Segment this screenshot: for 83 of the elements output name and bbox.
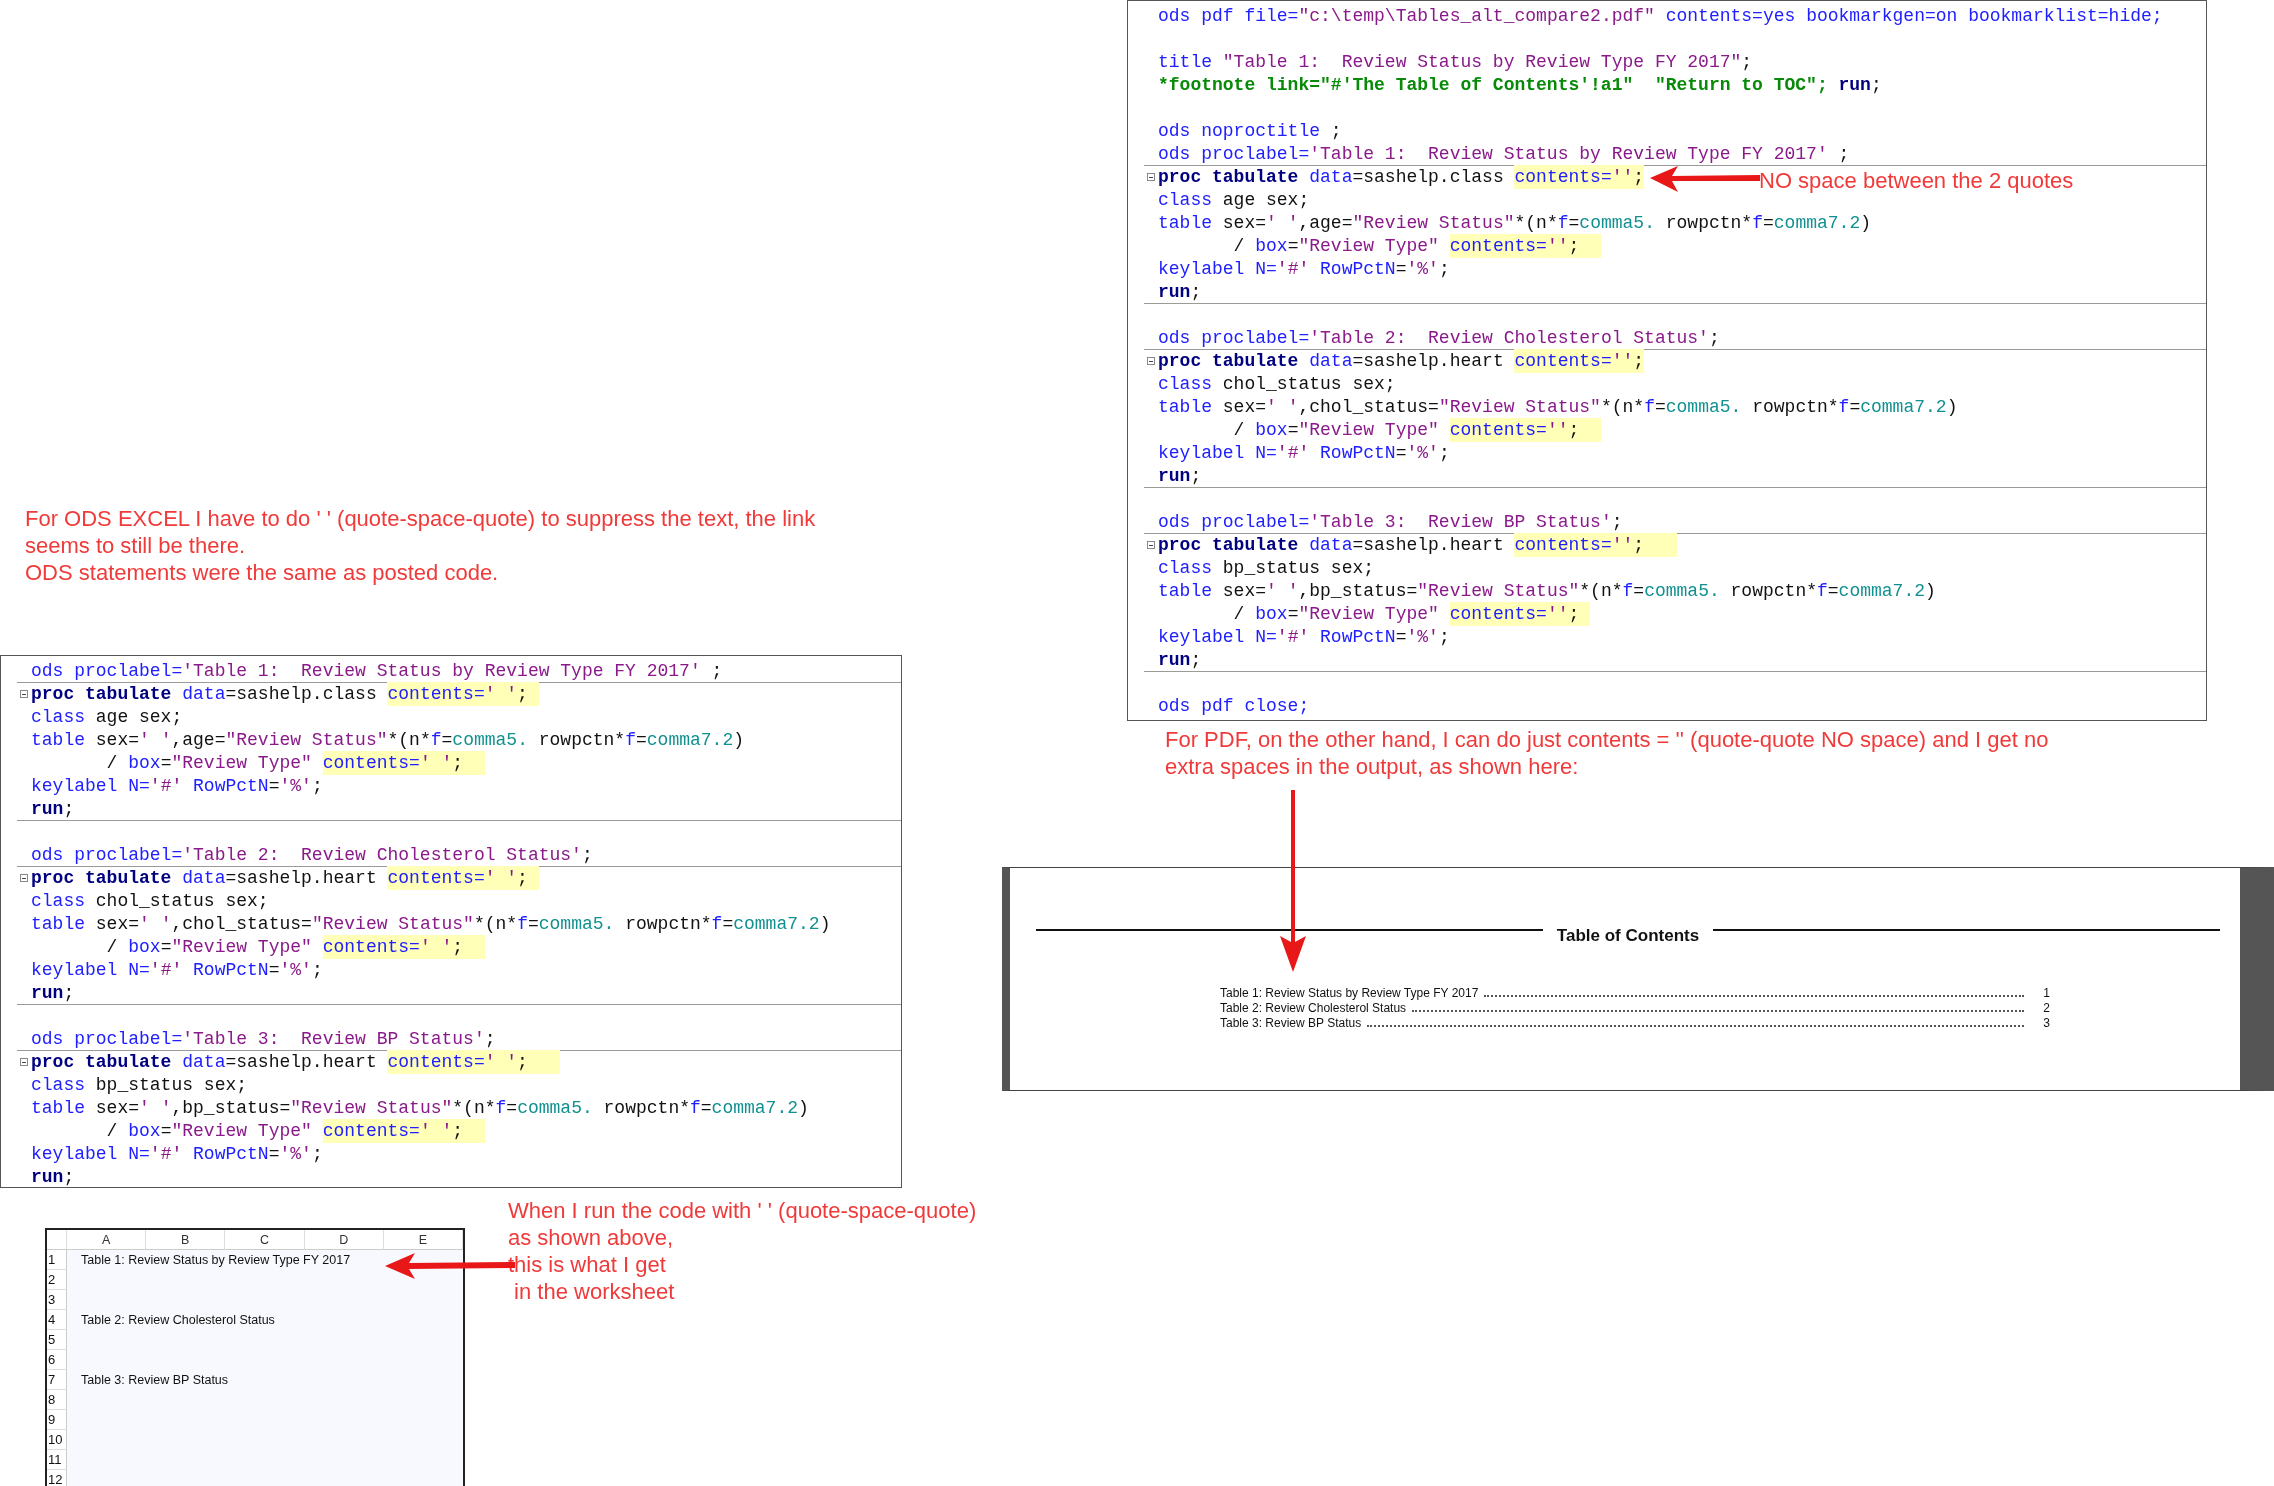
row-header[interactable]: 5 [47,1330,67,1350]
row-header[interactable]: 4 [47,1310,67,1330]
code-line: ods proclabel='Table 2: Review Cholesterol Status'; [1158,327,1720,349]
collapse-toggle[interactable] [20,1058,28,1066]
code-line: table sex=' ',bp_status="Review Status"*(n*f=comma5. rowpctn*f=comma7.2) [1158,580,1936,602]
code-line: / box="Review Type" contents=' '; [31,936,485,958]
toc-entry[interactable]: Table 3: Review BP Status [1220,1016,1362,1031]
code-line: proc tabulate data=sashelp.heart contents=' '; [31,1051,561,1073]
code-line: class age sex; [31,706,183,728]
page-number: 3 [2042,1016,2050,1031]
code-line: table sex=' ',chol_status="Review Status"*(n*f=comma5. rowpctn*f=comma7.2) [1158,396,1958,418]
code-line: proc tabulate data=sashelp.heart contents=''; [1158,350,1645,372]
code-line: proc tabulate data=sashelp.class contents=''; [1158,166,1645,188]
code-line: ods pdf file="c:\temp\Tables_alt_compare2.pdf" contents=yes bookmarkgen=on bookmarklist=hide; [1158,5,2163,27]
row-header[interactable]: 2 [47,1270,67,1290]
collapse-toggle[interactable] [1147,541,1155,549]
code-line: ods proclabel='Table 1: Review Status by Review Type FY 2017' ; [1158,143,1850,165]
toc-entry[interactable]: Table 1: Review Status by Review Type FY 2017 [1220,986,1479,1001]
row-header[interactable]: 9 [47,1410,67,1430]
toc-title: Table of Contents [1556,926,1700,946]
collapse-toggle[interactable] [20,690,28,698]
annotation-note: NO space between the 2 quotes [1759,167,2075,194]
code-line: ods proclabel='Table 2: Review Cholesterol Status'; [31,844,593,866]
table-cell-text: Table 2: Review Cholesterol Status [80,1312,276,1329]
toc-entry[interactable]: Table 2: Review Cholesterol Status [1220,1001,1407,1016]
code-line: table sex=' ',bp_status="Review Status"*(n*f=comma5. rowpctn*f=comma7.2) [31,1097,809,1119]
code-line: ods proclabel='Table 1: Review Status by Review Type FY 2017' ; [31,660,723,682]
code-line: / box="Review Type" contents=''; [1158,419,1601,441]
code-line: proc tabulate data=sashelp.heart contents=' '; [31,867,539,889]
column-header[interactable]: A [67,1230,147,1250]
column-header[interactable]: E [383,1230,463,1250]
row-header[interactable]: 1 [47,1250,67,1270]
page-number: 2 [2042,1001,2050,1016]
code-line: keylabel N='#' RowPctN='%'; [1158,626,1450,648]
code-line: table sex=' ',age="Review Status"*(n*f=comma5. rowpctn*f=comma7.2) [31,729,745,751]
row-header[interactable]: 10 [47,1430,67,1450]
code-line: title "Table 1: Review Status by Review Type FY 2017"; [1158,51,1753,73]
row-header[interactable]: 3 [47,1290,67,1310]
code-line: class chol_status sex; [1158,373,1396,395]
collapse-toggle[interactable] [1147,173,1155,181]
column-header[interactable]: B [146,1230,226,1250]
annotation-note: For ODS EXCEL I have to do ' ' (quote-space-quote) to suppress the text, the link seems to still be there. ODS statements were the same as posted code. [25,505,817,586]
code-line: ods proclabel='Table 3: Review BP Status'; [31,1028,496,1050]
code-line: keylabel N='#' RowPctN='%'; [31,775,323,797]
collapse-toggle[interactable] [1147,357,1155,365]
code-line: run; [1158,281,1202,303]
code-line: ods noproctitle ; [1158,120,1342,142]
code-line: class bp_status sex; [31,1074,248,1096]
code-line: run; [31,1166,75,1188]
code-line: run; [1158,465,1202,487]
column-header[interactable]: C [225,1230,305,1250]
row-header[interactable]: 11 [47,1450,67,1470]
code-line: / box="Review Type" contents=''; [1158,235,1601,257]
code-line: run; [31,798,75,820]
code-line: / box="Review Type" contents=' '; [31,1120,485,1142]
table-cell-text: Table 1: Review Status by Review Type FY 2017 [80,1252,352,1269]
row-header[interactable]: 8 [47,1390,67,1410]
code-line: class chol_status sex; [31,890,269,912]
code-line: / box="Review Type" contents=' '; [31,752,485,774]
code-line: proc tabulate data=sashelp.heart contents=''; [1158,534,1677,556]
code-line: run; [1158,649,1202,671]
code-line: keylabel N='#' RowPctN='%'; [1158,442,1450,464]
code-line: ods pdf close; [1158,695,1310,717]
annotation-note: For PDF, on the other hand, I can do just contents = '' (quote-quote NO space) and I get no extra spaces in the output, as shown here: [1165,726,2050,780]
collapse-toggle[interactable] [20,874,28,882]
code-line: keylabel N='#' RowPctN='%'; [31,1143,323,1165]
code-line: ods proclabel='Table 3: Review BP Status'; [1158,511,1623,533]
row-header[interactable]: 7 [47,1370,67,1390]
table-cell-text: Table 3: Review BP Status [80,1372,230,1389]
code-line: class bp_status sex; [1158,557,1375,579]
page-number: 1 [2042,986,2050,1001]
code-line: table sex=' ',chol_status="Review Status"*(n*f=comma5. rowpctn*f=comma7.2) [31,913,831,935]
code-line: proc tabulate data=sashelp.class contents=' '; [31,683,539,705]
column-header[interactable]: D [304,1230,384,1250]
code-line: table sex=' ',age="Review Status"*(n*f=comma5. rowpctn*f=comma7.2) [1158,212,1872,234]
code-line: / box="Review Type" contents=''; [1158,603,1591,625]
row-header[interactable]: 6 [47,1350,67,1370]
code-line: keylabel N='#' RowPctN='%'; [1158,258,1450,280]
code-line: class age sex; [1158,189,1310,211]
code-line: *footnote link="#'The Table of Contents'!a1" "Return to TOC"; run; [1158,74,1882,96]
row-header[interactable]: 12 [47,1470,67,1486]
code-line: run; [31,982,75,1004]
code-line: keylabel N='#' RowPctN='%'; [31,959,323,981]
